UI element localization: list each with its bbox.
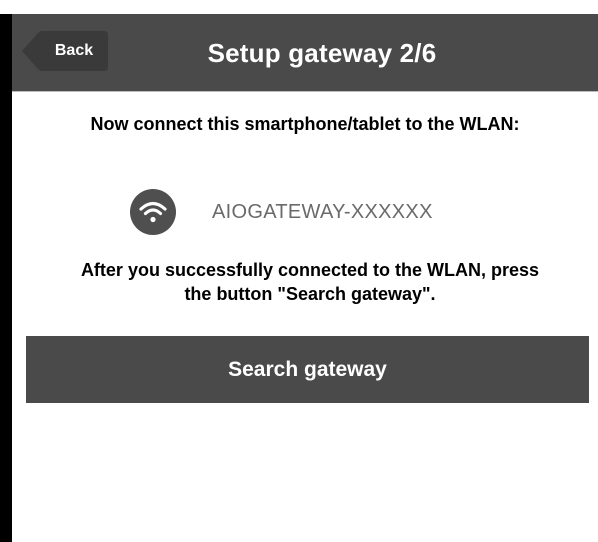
search-gateway-button[interactable]: Search gateway bbox=[26, 336, 589, 403]
device-bezel bbox=[0, 14, 12, 542]
header-bar: Back Setup gateway 2/6 bbox=[12, 14, 598, 92]
connect-instruction: Now connect this smartphone/tablet to th… bbox=[90, 114, 520, 134]
app-frame: Back Setup gateway 2/6 Now connect this … bbox=[0, 0, 598, 542]
top-border bbox=[0, 0, 598, 14]
back-label: Back bbox=[54, 42, 94, 59]
back-button[interactable]: Back bbox=[22, 27, 108, 75]
after-connect-line2: the button "Search gateway". bbox=[184, 284, 436, 304]
wifi-icon bbox=[130, 189, 176, 235]
network-name: AIOGATEWAY-XXXXXX bbox=[212, 201, 433, 223]
app-screen: Back Setup gateway 2/6 Now connect this … bbox=[12, 14, 598, 542]
after-connect-line1: After you successfully connected to the … bbox=[80, 260, 540, 280]
search-gateway-label: Search gateway bbox=[228, 358, 387, 381]
page-title: Setup gateway 2/6 bbox=[207, 38, 437, 68]
network-row: AIOGATEWAY-XXXXXX bbox=[12, 189, 598, 235]
after-connect-text: After you successfully connected to the … bbox=[22, 258, 598, 306]
